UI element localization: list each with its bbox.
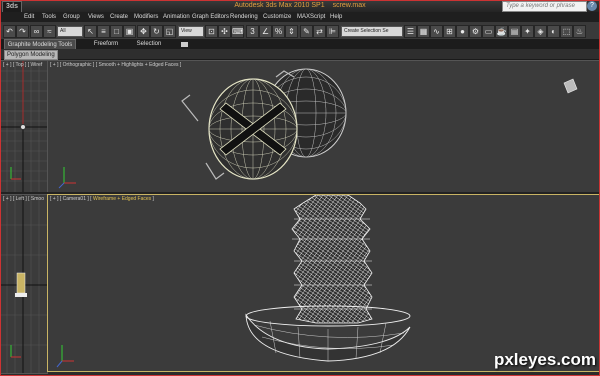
snaps-toggle-icon[interactable]: 3 (246, 25, 259, 38)
unlink-icon[interactable]: ≈ (43, 25, 56, 38)
reference-coordinate-dropdown[interactable]: View (178, 26, 204, 37)
link-icon[interactable]: ∞ (30, 25, 43, 38)
graphite-toggle-icon[interactable]: ▦ (417, 25, 430, 38)
undo-icon[interactable]: ↶ (3, 25, 16, 38)
viewport-orthographic-label[interactable]: [ + ] [ Orthographic ] [ Smooth + Highli… (50, 62, 181, 68)
polygon-modeling-panel[interactable]: Polygon Modeling (4, 50, 58, 60)
environment-icon[interactable]: ✦ (521, 25, 534, 38)
screw-wireframe (56, 195, 411, 368)
redo-icon[interactable]: ↷ (16, 25, 29, 38)
render-region-icon[interactable]: ⬚ (560, 25, 573, 38)
render-production-icon[interactable]: ▤ (508, 25, 521, 38)
select-manipulate-icon[interactable]: ✣ (218, 25, 231, 38)
menu-views[interactable]: Views (88, 13, 104, 21)
menu-modifiers[interactable]: Modifiers (134, 13, 158, 21)
tab-freeform[interactable]: Freeform (88, 39, 124, 49)
named-selection-edit-icon[interactable]: ✎ (300, 25, 313, 38)
menu-help[interactable]: Help (330, 13, 342, 21)
ribbon-panel: Polygon Modeling (0, 49, 600, 60)
menu-group[interactable]: Group (63, 13, 80, 21)
camera-label-suffix: ] (151, 196, 154, 202)
select-move-icon[interactable]: ✥ (137, 25, 150, 38)
schematic-view-icon[interactable]: ⊞ (443, 25, 456, 38)
layer-manager-icon[interactable]: ☰ (404, 25, 417, 38)
select-by-name-icon[interactable]: ≡ (97, 25, 110, 38)
menu-maxscript[interactable]: MAXScript (297, 13, 325, 21)
align-icon[interactable]: ⊫ (326, 25, 339, 38)
viewport-left[interactable]: [ + ] [ Left ] [ Smoo (0, 194, 48, 374)
selection-filter-dropdown[interactable]: All (57, 26, 83, 37)
named-selection-sets-dropdown[interactable]: Create Selection Se (341, 26, 403, 37)
render-iterative-icon[interactable]: ◈ (534, 25, 547, 38)
main-toolbar: ↶ ↷ ∞ ≈ All ↖ ≡ □ ▣ ✥ ↻ ◱ View ⊡ ✣ ⌨ 3 ∠… (0, 22, 600, 40)
app-title: Autodesk 3ds Max 2010 SP1 (234, 2, 325, 9)
menu-edit[interactable]: Edit (24, 13, 34, 21)
file-name: screw.max (332, 2, 366, 9)
rect-selection-icon[interactable]: □ (110, 25, 123, 38)
mirror-icon[interactable]: ⇄ (313, 25, 326, 38)
ribbon-minimize-toggle[interactable] (181, 42, 188, 47)
top-view-grid (1, 61, 47, 192)
select-rotate-icon[interactable]: ↻ (150, 25, 163, 38)
curve-editor-icon[interactable]: ∿ (430, 25, 443, 38)
menu-customize[interactable]: Customize (263, 13, 291, 21)
angle-snap-icon[interactable]: ∠ (259, 25, 272, 38)
activeshade-icon[interactable]: ◐ (547, 25, 560, 38)
menu-graph-editors[interactable]: Graph Editors (192, 13, 229, 21)
viewport-orthographic[interactable]: [ + ] [ Orthographic ] [ Smooth + Highli… (47, 60, 600, 193)
pivot-center-icon[interactable]: ⊡ (205, 25, 218, 38)
watermark: pxleyes.com (493, 350, 596, 369)
camera-label-prefix: [ + ] [ Camera01 ] [ (50, 196, 93, 202)
keyboard-shortcut-icon[interactable]: ⌨ (231, 25, 244, 38)
camera-shading-mode[interactable]: Wireframe + Edged Faces (93, 196, 151, 202)
tab-selection[interactable]: Selection (132, 39, 166, 49)
render-setup-icon[interactable]: ⚙ (469, 25, 482, 38)
viewport-left-label[interactable]: [ + ] [ Left ] [ Smoo (3, 196, 44, 202)
teapot-render-icon[interactable]: ♨ (573, 25, 586, 38)
viewport-camera-label[interactable]: [ + ] [ Camera01 ] [ Wireframe + Edged F… (50, 196, 154, 202)
viewport-top-label[interactable]: [ + ] [ Top ] [ Wiref (3, 62, 42, 68)
quick-render-icon[interactable]: ☕ (495, 25, 508, 38)
material-editor-icon[interactable]: ● (456, 25, 469, 38)
screw-head-shaded (58, 68, 578, 189)
menu-animation[interactable]: Animation (163, 13, 190, 21)
left-view-grid (1, 195, 47, 373)
search-input[interactable]: Type a keyword or phrase (502, 1, 587, 12)
viewport-camera[interactable]: [ + ] [ Camera01 ] [ Wireframe + Edged F… (47, 194, 600, 372)
select-object-icon[interactable]: ↖ (84, 25, 97, 38)
percent-snap-icon[interactable]: % (272, 25, 285, 38)
viewport-top[interactable]: [ + ] [ Top ] [ Wiref (0, 60, 48, 193)
menu-rendering[interactable]: Rendering (230, 13, 258, 21)
menu-tools[interactable]: Tools (42, 13, 56, 21)
spinner-snap-icon[interactable]: ⇕ (285, 25, 298, 38)
select-scale-icon[interactable]: ◱ (163, 25, 176, 38)
menu-create[interactable]: Create (110, 13, 128, 21)
ribbon-tab-bar: Graphite Modeling Tools Freeform Selecti… (0, 39, 600, 50)
window-crossing-icon[interactable]: ▣ (123, 25, 136, 38)
help-icon[interactable]: ? (587, 1, 597, 11)
rendered-frame-window-icon[interactable]: ▭ (482, 25, 495, 38)
